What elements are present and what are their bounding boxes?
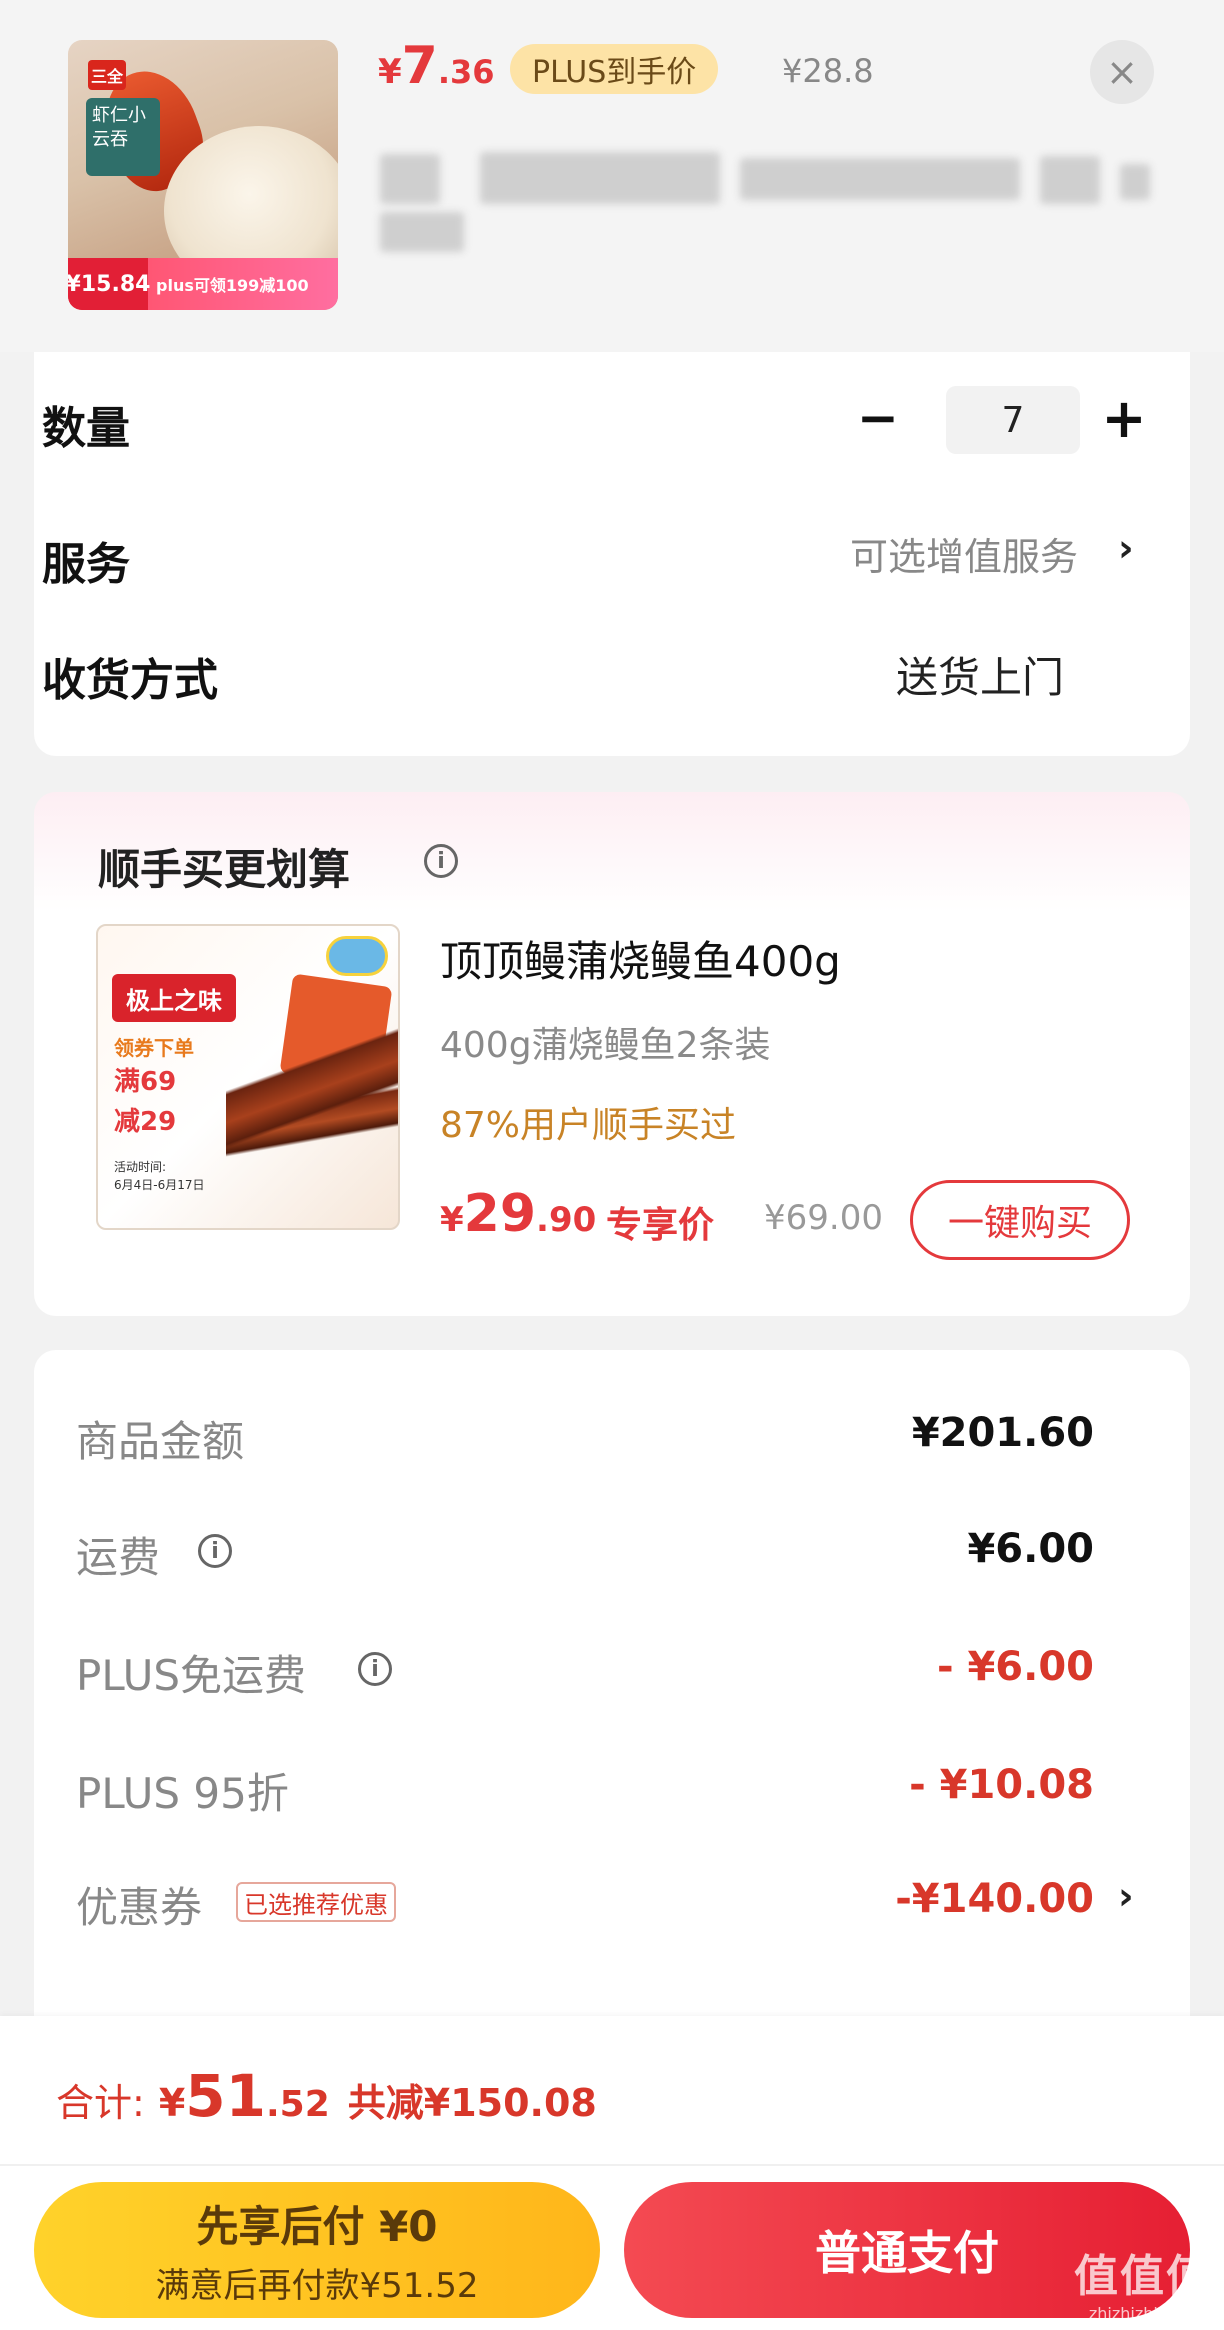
addon-price-label: 专享价: [606, 1205, 715, 1246]
watermark-logo: 值值值: [1074, 2251, 1212, 2302]
chevron-right-icon[interactable]: ›: [1118, 1874, 1134, 1918]
thumbnail-tag-price: ¥15.84: [68, 258, 150, 310]
summary-row-label: PLUS 95折: [76, 1769, 289, 1818]
price-integer: 7: [401, 36, 438, 96]
product-title-blurred: [380, 148, 1150, 258]
info-icon[interactable]: i: [198, 1534, 232, 1568]
total-label: 合计:: [56, 2081, 145, 2125]
pay-later-button[interactable]: 先享后付 ¥0 满意后再付款¥51.52: [34, 2182, 600, 2318]
addon-image-promo-line1: 满69: [114, 1067, 177, 1097]
thumbnail-box-label: 虾仁小云吞: [86, 98, 160, 176]
watermark-url: zhizhizhi.com: [1088, 2304, 1198, 2323]
summary-row-value: - ¥10.08: [909, 1762, 1094, 1808]
coupon-recommended-tag: 已选推荐优惠: [236, 1882, 396, 1922]
addon-social-proof: 87%用户顺手买过: [440, 1105, 737, 1146]
addon-image-dates-label: 活动时间:: [114, 1160, 167, 1174]
summary-row-value: ¥201.60: [911, 1410, 1094, 1456]
quantity-label: 数量: [42, 403, 130, 454]
site-watermark: 值值值 zhizhizhi.com: [1068, 2240, 1218, 2328]
addon-price-integer: 29: [463, 1184, 537, 1244]
addon-product-image[interactable]: 极上之味 领券下单 满69 减29 活动时间: 6月4日-6月17日: [96, 924, 400, 1230]
summary-row-value[interactable]: -¥140.00: [895, 1876, 1094, 1922]
summary-row-label: 商品金额: [76, 1417, 245, 1466]
quantity-increase-button[interactable]: +: [1094, 387, 1154, 450]
summary-row-value: ¥6.00: [967, 1526, 1094, 1572]
price-currency: ¥: [378, 52, 402, 92]
quantity-decrease-button[interactable]: −: [848, 388, 908, 448]
total-currency: ¥: [158, 2081, 186, 2125]
one-click-buy-button[interactable]: 一键购买: [910, 1180, 1130, 1260]
addon-image-dates: 活动时间: 6月4日-6月17日: [114, 1158, 205, 1194]
addon-heading: 顺手买更划算: [98, 845, 351, 894]
product-thumbnail[interactable]: 三全 虾仁小云吞 ¥15.84 plus可领199减100: [68, 40, 338, 310]
delivery-value[interactable]: 送货上门: [896, 644, 1064, 705]
addon-price: ¥ 29 .90: [440, 1184, 596, 1244]
product-header: 三全 虾仁小云吞 ¥15.84 plus可领199减100 ¥ 7 .36 PL…: [0, 0, 1224, 352]
quantity-input[interactable]: 7: [946, 386, 1080, 454]
thumbnail-brand-logo: 三全: [88, 60, 126, 90]
service-label: 服务: [42, 539, 130, 590]
addon-title[interactable]: 顶顶鳗蒲烧鳗鱼400g: [440, 928, 841, 989]
addon-image-dates-value: 6月4日-6月17日: [114, 1178, 205, 1192]
addon-image-promo-line2: 减29: [114, 1107, 177, 1137]
thumbnail-tag-promo: plus可领199减100: [156, 276, 309, 295]
summary-row-label: PLUS免运费: [76, 1651, 307, 1700]
addon-image-promo-top: 领券下单: [114, 1036, 194, 1060]
thumbnail-price-tag: ¥15.84 plus可领199减100: [68, 258, 338, 310]
total-saved[interactable]: 共减¥150.08: [348, 2072, 597, 2127]
divider: [0, 2164, 1224, 2166]
plus-price-badge: PLUS到手价: [510, 44, 719, 94]
addon-image-promo: 领券下单 满69 减29: [114, 1034, 226, 1142]
addon-image-badge: 极上之味: [112, 974, 236, 1022]
total-decimal: .52: [265, 2084, 330, 2125]
price-decimal: .36: [437, 53, 495, 91]
addon-original-price: ¥69.00: [764, 1198, 883, 1238]
info-icon[interactable]: i: [358, 1652, 392, 1686]
pay-later-main-label: 先享后付 ¥0: [196, 2202, 438, 2251]
addon-price-decimal: .90: [536, 1200, 597, 1240]
summary-row-label: 运费: [76, 1533, 161, 1582]
summary-row-label[interactable]: 优惠券: [76, 1874, 202, 1935]
chevron-right-icon[interactable]: ›: [1118, 526, 1134, 570]
pay-later-sub-label: 满意后再付款¥51.52: [155, 2266, 479, 2306]
total-integer: 51: [185, 2062, 266, 2130]
close-icon[interactable]: ×: [1090, 40, 1154, 104]
addon-spec: 400g蒲烧鳗鱼2条装: [440, 1025, 771, 1066]
addon-price-currency: ¥: [440, 1200, 464, 1240]
delivery-label: 收货方式: [42, 655, 218, 706]
order-total: 合计: ¥ 51 .52 共减¥150.08: [56, 2062, 597, 2130]
eel-graphic: [226, 1026, 398, 1176]
service-value[interactable]: 可选增值服务: [850, 526, 1078, 581]
original-price: ¥28.8: [782, 52, 874, 90]
summary-row-value: - ¥6.00: [936, 1644, 1094, 1690]
plus-price: ¥ 7 .36: [378, 36, 495, 96]
info-icon[interactable]: i: [424, 844, 458, 878]
addon-brand-logo: [326, 936, 388, 976]
